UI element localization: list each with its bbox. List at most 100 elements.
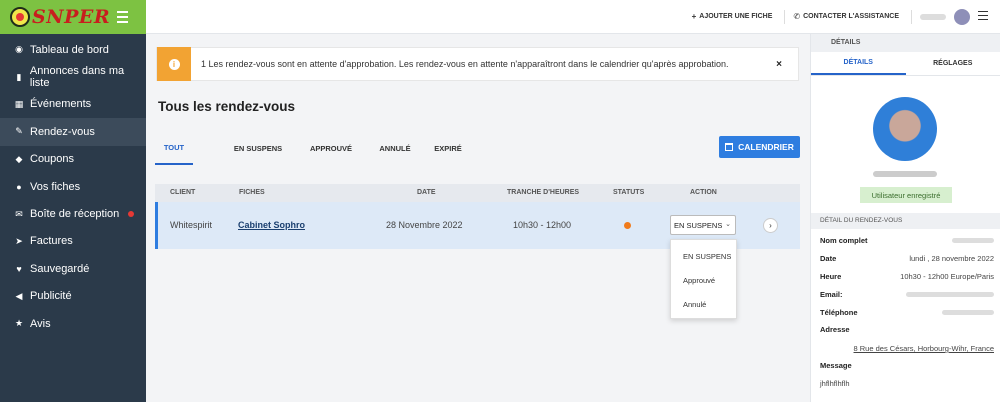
logo-icon <box>10 7 30 27</box>
dropdown-option-approuve[interactable]: Approuvé <box>683 276 715 285</box>
field-full-name: Nom complet <box>820 236 996 245</box>
sidebar-toggle-icon[interactable] <box>117 11 128 26</box>
bullhorn-icon: ◀ <box>15 290 23 301</box>
status-dropdown-menu: EN SUSPENS Approuvé Annulé <box>670 239 737 319</box>
unread-indicator <box>128 211 134 218</box>
user-avatar[interactable] <box>954 8 970 25</box>
topbar: + AJOUTER UNE FICHE ✆ CONTACTER L'ASSISTAN… <box>146 0 1000 34</box>
field-phone: Téléphone <box>820 308 996 317</box>
calendar-icon <box>725 143 734 151</box>
dashboard-icon: ◉ <box>15 44 23 55</box>
sidebar-item-label: Boîte de réception <box>30 208 120 221</box>
status-indicator <box>624 222 631 229</box>
tab-approuve[interactable]: APPROUVÉ <box>305 132 357 165</box>
tab-details[interactable]: DÉTAILS <box>811 52 906 75</box>
alert-text: 1 Les rendez-vous sont en attente d'appr… <box>201 59 729 69</box>
details-tabs: DÉTAILS RÉGLAGES <box>811 52 1000 76</box>
sidebar-item-label: Événements <box>30 98 92 111</box>
contact-support-label: CONTACTER L'ASSISTANCE <box>803 13 899 20</box>
contact-support-link[interactable]: ✆ CONTACTER L'ASSISTANCE <box>793 12 899 21</box>
sidebar-item-label: Avis <box>30 317 51 330</box>
column-header-client: CLIENT <box>170 189 196 196</box>
tab-reglages[interactable]: RÉGLAGES <box>906 52 1000 75</box>
tab-annule[interactable]: ANNULÉ <box>377 132 413 165</box>
field-label: Nom complet <box>820 236 868 245</box>
sidebar-item-label: Rendez-vous <box>30 125 95 138</box>
cell-time-slot: 10h30 - 12h00 <box>513 220 572 230</box>
chevron-right-icon[interactable]: › <box>763 218 778 233</box>
microphone-icon: ▮ <box>16 71 22 82</box>
sidebar-item-label: Annonces dans ma liste <box>29 65 125 90</box>
sidebar-item-evenements[interactable]: ▦ Événements <box>0 91 146 118</box>
address-link[interactable]: 8 Rue des Césars, Horbourg-Wihr, France <box>811 344 994 353</box>
close-icon[interactable]: × <box>773 59 785 70</box>
email-redacted <box>906 292 994 297</box>
field-date: Date lundi , 28 novembre 2022 <box>820 254 996 263</box>
sidebar-item-label: Sauvegardé <box>30 262 90 275</box>
field-label: Téléphone <box>820 308 858 317</box>
cell-client: Whitespirit <box>170 220 213 230</box>
listing-link[interactable]: Cabinet Sophro <box>238 220 305 230</box>
phone-icon: ✆ <box>793 12 801 21</box>
sidebar-item-sauvegarde[interactable]: ♥ Sauvegardé <box>0 255 146 282</box>
field-label: Date <box>820 254 837 263</box>
star-icon: ★ <box>14 318 24 329</box>
details-panel-title: DÉTAILS <box>811 34 1000 52</box>
tab-en-suspens[interactable]: EN SUSPENS <box>220 132 296 165</box>
calendar-icon: ▦ <box>14 98 24 109</box>
menu-icon[interactable] <box>978 10 988 23</box>
column-header-statuts: STATUTS <box>613 189 645 196</box>
cell-date: 28 Novembre 2022 <box>386 220 463 230</box>
user-name-redacted[interactable] <box>920 13 946 20</box>
sidebar-item-annonces[interactable]: ▮ Annonces dans ma liste <box>0 63 146 90</box>
appointment-detail-header: DÉTAIL DU RENDEZ-VOUS <box>811 213 1000 229</box>
tag-icon: ◆ <box>15 153 23 164</box>
field-time: Heure 10h30 - 12h00 Europe/Paris <box>820 272 996 281</box>
sidebar-item-vos-fiches[interactable]: ● Vos fiches <box>0 173 146 200</box>
field-label: Heure <box>820 272 842 281</box>
dropdown-option-en-suspens[interactable]: EN SUSPENS <box>683 252 731 261</box>
calendar-button-label: CALENDRIER <box>738 142 794 152</box>
message-text: jhflhflhflh <box>820 379 850 388</box>
column-header-date: DATE <box>417 189 436 196</box>
client-name-redacted <box>873 171 937 177</box>
sidebar-item-coupons[interactable]: ◆ Coupons <box>0 146 146 173</box>
add-listing-label: AJOUTER UNE FICHE <box>699 13 773 20</box>
column-header-fiches: FICHES <box>239 189 265 196</box>
map-marker-icon: ● <box>16 181 22 192</box>
field-label: Email: <box>820 290 843 299</box>
envelope-icon: ✉ <box>15 208 23 219</box>
tab-expire[interactable]: EXPIRÉ <box>433 132 463 165</box>
status-tabs: TOUT EN SUSPENS APPROUVÉ ANNULÉ EXPIRÉ <box>155 132 463 165</box>
status-select-value: EN SUSPENS <box>674 221 723 230</box>
sidebar-item-label: Factures <box>30 235 73 248</box>
sidebar: SNPER ◉ Tableau de bord ▮ Annonces dans ma… <box>0 0 146 402</box>
field-label: Message <box>820 361 852 370</box>
sidebar-item-publicite[interactable]: ◀ Publicité <box>0 283 146 310</box>
sidebar-item-avis[interactable]: ★ Avis <box>0 310 146 337</box>
phone-redacted <box>942 310 994 315</box>
sidebar-item-factures[interactable]: ➤ Factures <box>0 228 146 255</box>
dropdown-option-annule[interactable]: Annulé <box>683 300 706 309</box>
chevron-down-icon: ⌄ <box>725 221 731 228</box>
sidebar-item-tableau-de-bord[interactable]: ◉ Tableau de bord <box>0 36 146 63</box>
heart-icon: ♥ <box>16 263 22 274</box>
sidebar-item-boite-reception[interactable]: ✉ Boîte de réception <box>0 200 146 227</box>
calendar-button[interactable]: CALENDRIER <box>719 136 800 158</box>
sidebar-nav: ◉ Tableau de bord ▮ Annonces dans ma liste… <box>0 34 146 337</box>
field-label: Adresse <box>820 325 850 334</box>
column-header-tranche: TRANCHE D'HEURES <box>507 189 580 196</box>
status-select[interactable]: EN SUSPENS ⌄ <box>670 215 736 235</box>
field-message: Message <box>820 361 996 370</box>
sidebar-item-label: Publicité <box>30 290 72 303</box>
add-listing-link[interactable]: + AJOUTER UNE FICHE <box>692 12 773 21</box>
sidebar-item-label: Coupons <box>30 153 75 166</box>
plus-icon: + <box>691 12 697 21</box>
logo-text[interactable]: SNPER <box>32 6 110 28</box>
page-title: Tous les rendez-vous <box>158 99 296 114</box>
sidebar-item-label: Vos fiches <box>30 180 81 193</box>
tab-tout[interactable]: TOUT <box>155 132 193 165</box>
sidebar-item-label: Tableau de bord <box>30 43 109 56</box>
pending-alert: i 1 Les rendez-vous sont en attente d'ap… <box>156 47 799 81</box>
sidebar-item-rendez-vous[interactable]: ✎ Rendez-vous <box>0 118 146 146</box>
